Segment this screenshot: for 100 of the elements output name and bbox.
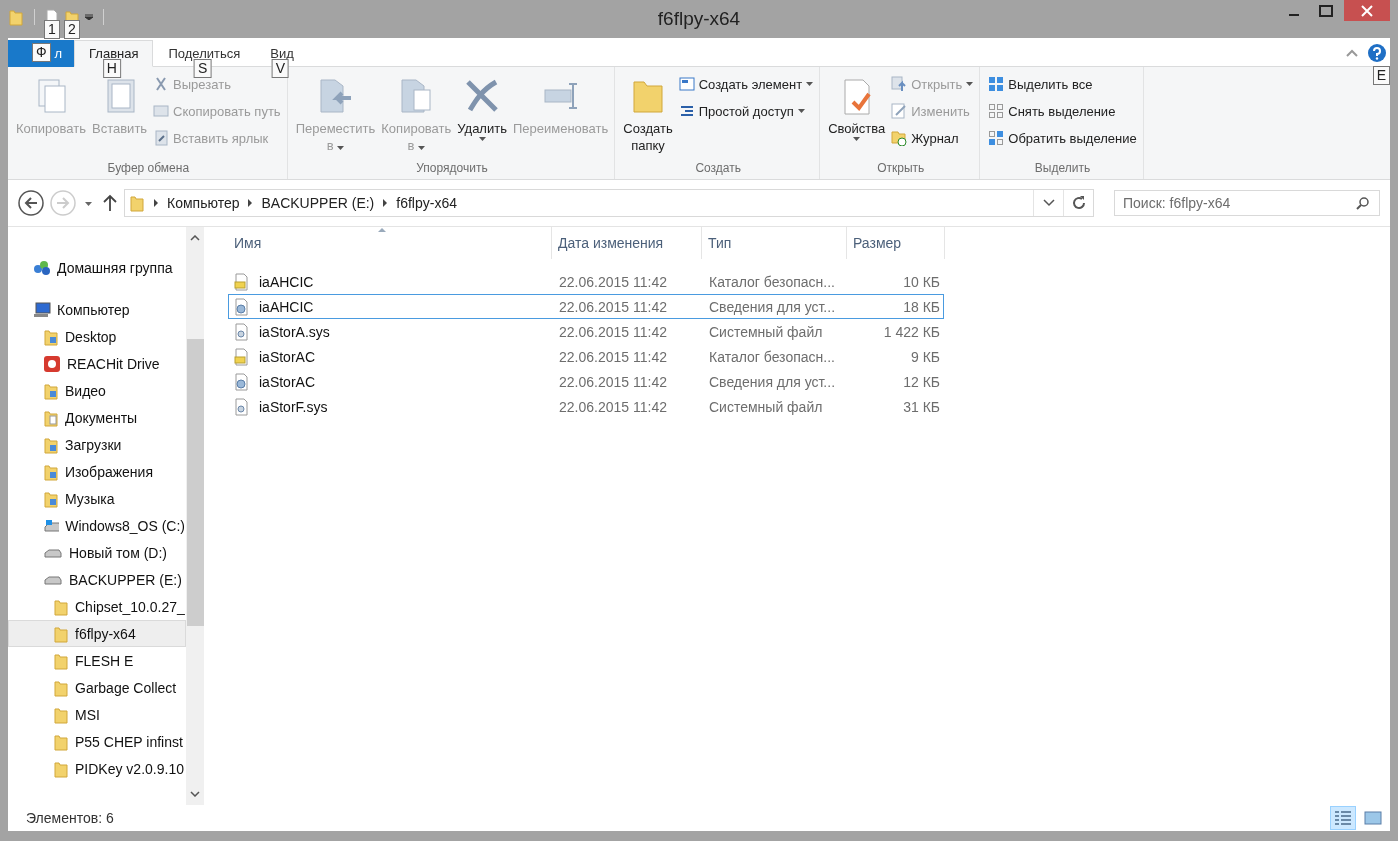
ribbon-button[interactable]: Журнал	[889, 126, 976, 150]
maximize-icon	[1319, 4, 1333, 17]
folder-icon	[43, 489, 59, 508]
drive-icon	[43, 518, 60, 533]
nav-tree-item[interactable]: P55 CHEP infinst	[8, 728, 186, 755]
picture-icon	[1364, 811, 1382, 825]
date-cell-text: 22.06.2015 11:42	[558, 373, 668, 390]
back-button[interactable]	[18, 190, 44, 216]
column-header[interactable]: Размер	[847, 227, 945, 259]
new-item-icon	[678, 76, 695, 92]
nav-tree-item[interactable]: Музыка	[8, 485, 186, 512]
invert-selection-icon	[988, 130, 1005, 146]
ribbon-button[interactable]: Снять выделение	[986, 99, 1139, 123]
size-cell-text: 31 КБ	[902, 398, 941, 415]
scrollbar-thumb[interactable]	[186, 339, 204, 626]
shortcut-icon	[153, 130, 170, 146]
nav-tree-item[interactable]: Windows8_OS (C:)	[8, 512, 186, 539]
folder-icon	[53, 597, 69, 616]
lines-icon	[678, 103, 695, 119]
nav-tree-item[interactable]: Документы	[8, 404, 186, 431]
keytip-tooltip: 2	[64, 20, 80, 39]
file-row[interactable]: iaStorAC 22.06.2015 11:42 Сведения для уст... 12 КБ	[228, 369, 944, 394]
folder-icon	[53, 651, 69, 670]
type-cell-text: Сведения для уст...	[708, 373, 837, 390]
up-arrow-icon[interactable]	[102, 194, 118, 212]
forward-icon	[50, 190, 76, 216]
close-button[interactable]	[1344, 0, 1390, 21]
details-view-button[interactable]	[1330, 806, 1356, 830]
nav-tree-item[interactable]: Garbage Collect	[8, 674, 186, 701]
folder-icon	[53, 732, 69, 751]
group-title: Упорядочить	[415, 160, 489, 177]
column-header[interactable]: Имя	[228, 227, 552, 259]
help-icon[interactable]	[1368, 44, 1386, 62]
nav-tree-item[interactable]: f6flpy-x64	[8, 620, 186, 647]
settings-file-icon	[233, 297, 251, 316]
group-title: Создать	[694, 160, 742, 177]
group-title: Выделить	[1033, 160, 1092, 177]
folder-icon	[43, 435, 59, 454]
minimize-icon	[1289, 13, 1299, 16]
breadcrumb[interactable]: Компьютер	[167, 195, 240, 211]
scrollbar[interactable]	[186, 227, 204, 805]
nav-tree-item[interactable]: PIDKey v2.0.9.10	[8, 755, 186, 782]
ribbon-button[interactable]: Выделить все	[986, 72, 1139, 96]
breadcrumb[interactable]: BACKUPPER (E:)	[261, 195, 375, 211]
select-all-icon	[988, 76, 1005, 92]
size-cell-text: 18 КБ	[902, 298, 941, 315]
computer-icon	[33, 301, 51, 318]
nav-tree-item[interactable]: FLESH E	[8, 647, 186, 674]
keytip-tooltip: Ф	[32, 43, 51, 62]
file-name: iaAHCIC	[259, 298, 314, 315]
size-cell-text: 10 КБ	[902, 273, 941, 290]
folder-icon	[129, 194, 145, 212]
nav-tree-item[interactable]: Новый том (D:)	[8, 539, 186, 566]
scroll-down-icon[interactable]	[190, 791, 200, 797]
ribbon-button[interactable]: Создать папку	[621, 70, 675, 159]
file-row[interactable]: iaStorA.sys 22.06.2015 11:42 Системный файл 1 422 КБ	[228, 319, 944, 344]
file-name: iaStorF.sys	[259, 398, 328, 415]
select-none-icon	[988, 103, 1005, 119]
file-row[interactable]: iaStorF.sys 22.06.2015 11:42 Системный файл 31 КБ	[228, 394, 944, 419]
catalog-file-icon	[233, 272, 251, 291]
dropdown-arrow-icon[interactable]	[85, 14, 93, 20]
nav-tree-item[interactable]: Домашняя группа	[8, 254, 186, 281]
ribbon-button[interactable]: Свойства	[826, 70, 888, 159]
settings-file-icon	[233, 372, 251, 391]
chevron-down-icon	[1042, 199, 1055, 207]
collapse-ribbon-icon[interactable]	[1346, 49, 1358, 57]
folder-icon	[43, 408, 59, 427]
date-cell-text: 22.06.2015 11:42	[558, 273, 668, 290]
file-row[interactable]: iaAHCIC 22.06.2015 11:42 Каталог безопасн... 10 КБ	[228, 269, 944, 294]
breadcrumb[interactable]: f6flpy-x64	[396, 195, 457, 211]
folder-icon	[43, 462, 59, 481]
nav-tree-item[interactable]: Изображения	[8, 458, 186, 485]
column-header[interactable]: Дата изменения	[552, 227, 702, 259]
list-icon	[1334, 810, 1352, 826]
nav-tree-item[interactable]: BACKUPPER (E:)	[8, 566, 186, 593]
column-header[interactable]: Тип	[702, 227, 847, 259]
address-bar[interactable]: Компьютер BACKUPPER (E:) f6flpy-x64	[124, 189, 1094, 217]
nav-tree-item[interactable]: Компьютер	[8, 296, 186, 323]
sort-arrow-icon	[378, 227, 386, 232]
path-icon	[153, 103, 170, 119]
nav-tree-item[interactable]: MSI	[8, 701, 186, 728]
nav-tree-item[interactable]: Chipset_10.0.27_	[8, 593, 186, 620]
history-icon	[891, 130, 908, 146]
folder-icon	[8, 8, 24, 26]
ribbon-button[interactable]: Обратить выделение	[986, 126, 1139, 150]
file-row[interactable]: iaAHCIC 22.06.2015 11:42 Сведения для уст... 18 КБ	[228, 294, 944, 319]
keytip-tooltip: V	[271, 59, 289, 78]
ribbon-button[interactable]: Удалить	[455, 70, 509, 159]
size-cell-text: 9 КБ	[909, 348, 941, 365]
catalog-file-icon	[233, 347, 251, 366]
keytip-tooltip: S	[193, 59, 212, 78]
file-row[interactable]: iaStorAC 22.06.2015 11:42 Каталог безопасн... 9 КБ	[228, 344, 944, 369]
nav-tree-item[interactable]: REACHit Drive	[8, 350, 186, 377]
nav-tree-item[interactable]: Загрузки	[8, 431, 186, 458]
nav-tree-item[interactable]: Видео	[8, 377, 186, 404]
item-count: Элементов: 6	[26, 810, 114, 826]
ribbon-button[interactable]: Создать элемент	[676, 72, 816, 96]
nav-tree-item[interactable]: Desktop	[8, 323, 186, 350]
scroll-up-icon[interactable]	[190, 235, 200, 241]
ribbon-button[interactable]: Простой доступ	[676, 99, 816, 123]
